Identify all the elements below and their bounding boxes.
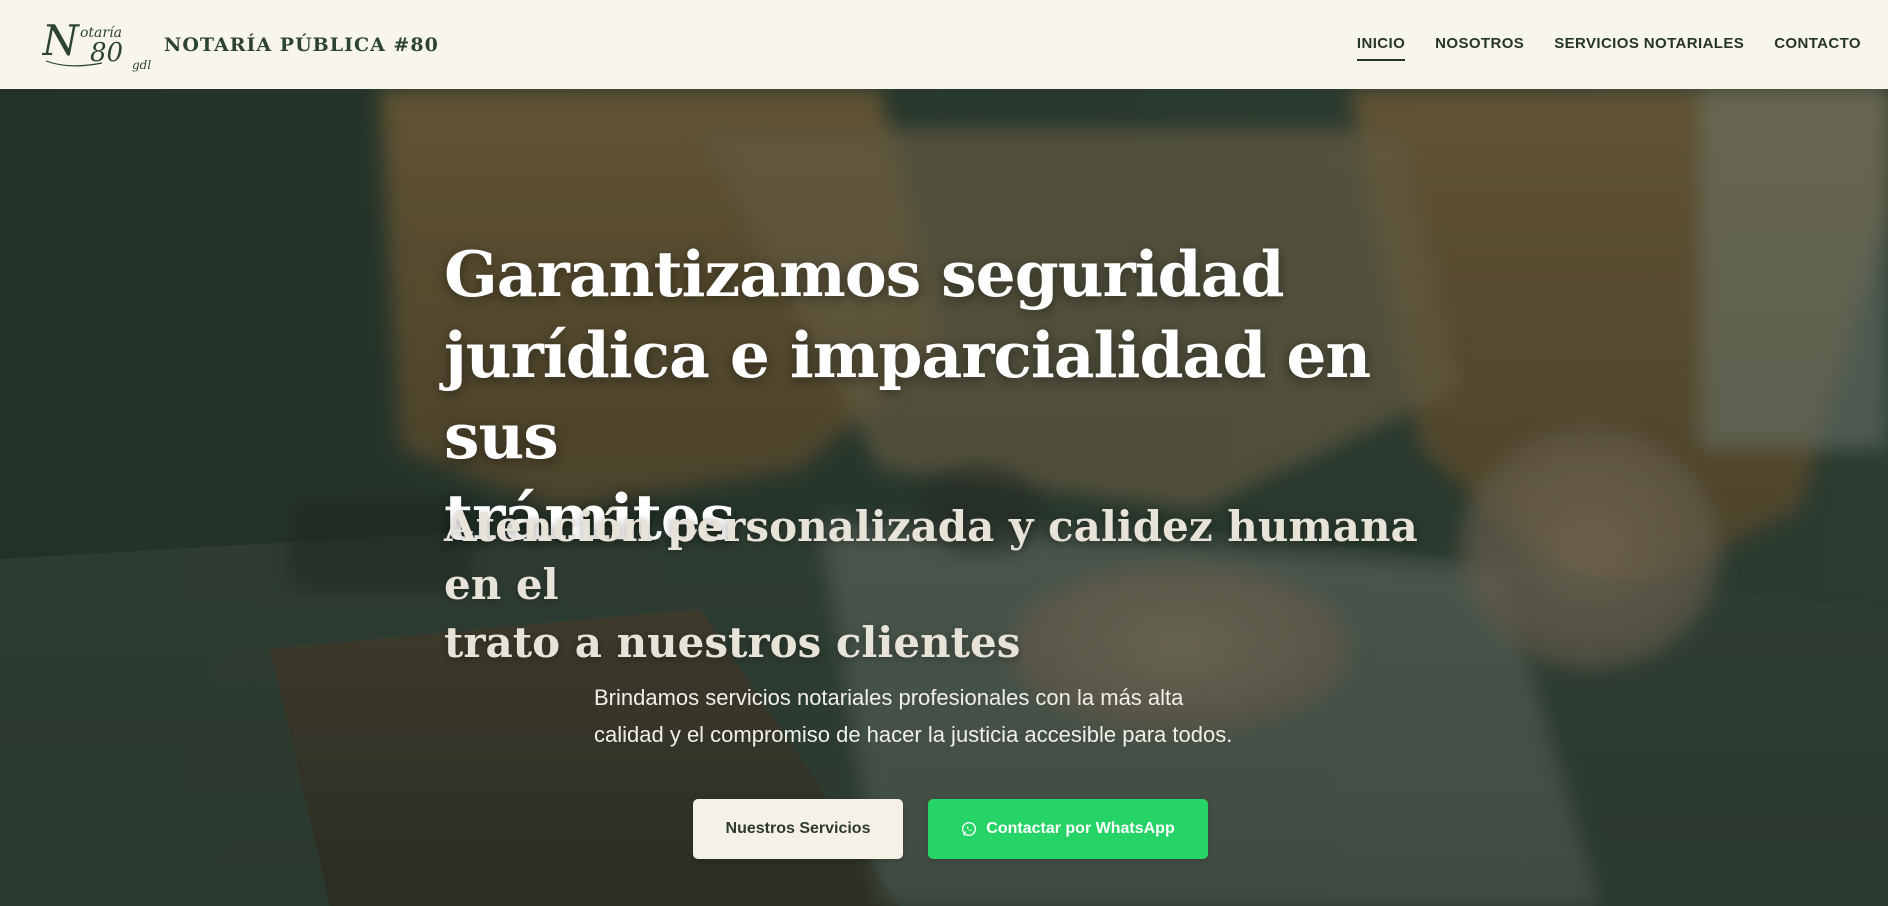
svg-text:gdl: gdl	[132, 58, 151, 72]
brand-name: NOTARÍA PÚBLICA #80	[164, 33, 439, 56]
hero-subtitle-line: trato a nuestros clientes	[444, 618, 1021, 667]
nav-item-servicios-notariales[interactable]: SERVICIOS NOTARIALES	[1554, 29, 1744, 61]
nav-item-contacto[interactable]: CONTACTO	[1774, 29, 1861, 61]
main-nav: INICIO NOSOTROS SERVICIOS NOTARIALES CON…	[1327, 29, 1861, 61]
contactar-whatsapp-button[interactable]: Contactar por WhatsApp	[928, 799, 1208, 859]
nav-item-inicio[interactable]: INICIO	[1356, 29, 1406, 61]
whatsapp-button-label: Contactar por WhatsApp	[986, 820, 1175, 837]
hero-title-line: Garantizamos seguridad	[444, 237, 1285, 311]
hero-description-line: Brindamos servicios notariales profesion…	[594, 685, 1184, 710]
site-header: N otaría 80 gdl NOTARÍA PÚBLICA #80 INIC…	[0, 0, 1888, 89]
hero-subtitle: Atención personalizada y calidez humana …	[444, 498, 1444, 672]
brand[interactable]: N otaría 80 gdl NOTARÍA PÚBLICA #80	[42, 17, 439, 73]
svg-text:80: 80	[90, 38, 123, 68]
hero-description-line: calidad y el compromiso de hacer la just…	[594, 722, 1233, 747]
hero-subtitle-line: Atención personalizada y calidez humana …	[444, 502, 1418, 609]
nav-item-nosotros[interactable]: NOSOTROS	[1435, 29, 1524, 61]
whatsapp-icon	[962, 822, 977, 836]
hero-description: Brindamos servicios notariales profesion…	[594, 679, 1294, 753]
hero-title-line: jurídica e imparcialidad en sus	[444, 318, 1371, 473]
svg-text:N: N	[42, 17, 80, 65]
hero-section: Garantizamos seguridad jurídica e imparc…	[0, 89, 1888, 906]
notaria-logo: N otaría 80 gdl	[42, 17, 151, 72]
nuestros-servicios-button[interactable]: Nuestros Servicios	[693, 799, 903, 859]
